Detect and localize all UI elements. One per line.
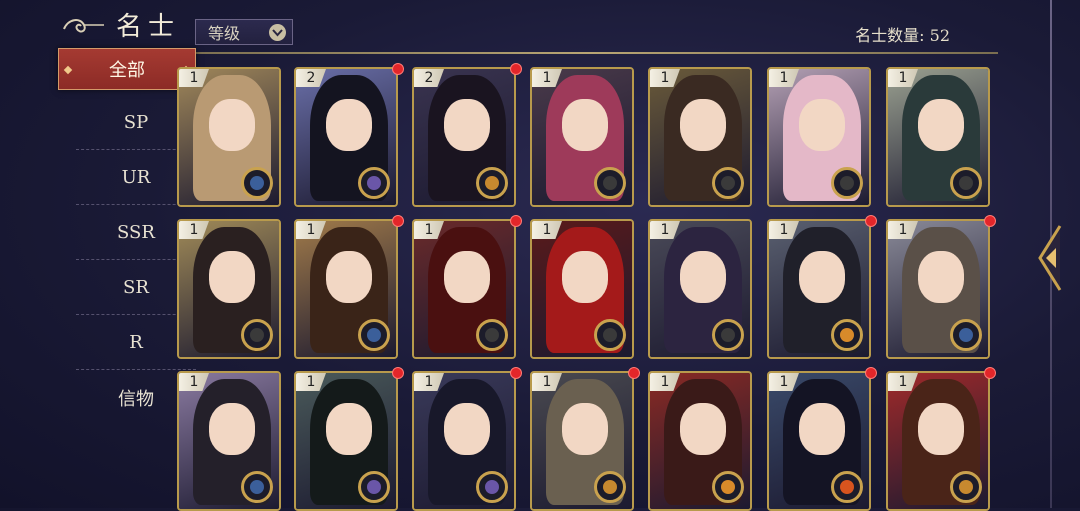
badge-icon	[241, 167, 273, 199]
character-card[interactable]: 2	[294, 67, 398, 207]
badge-icon	[476, 319, 508, 351]
character-face	[326, 403, 372, 455]
page-title: 名士	[116, 12, 181, 42]
character-card[interactable]: 1	[767, 67, 871, 207]
badge-icon	[950, 319, 982, 351]
badge-icon	[358, 319, 390, 351]
swirl-icon	[63, 18, 104, 33]
character-face	[918, 251, 964, 303]
character-face	[209, 403, 255, 455]
character-grid: 122111111111111111111	[172, 58, 1010, 511]
notification-dot	[865, 367, 877, 379]
character-face	[209, 251, 255, 303]
character-face	[444, 403, 490, 455]
notification-dot	[628, 367, 640, 379]
sort-dropdown[interactable]: 等级	[195, 19, 293, 45]
badge-icon	[712, 319, 744, 351]
character-face	[799, 403, 845, 455]
top-bar: 名士 等级 名士数量: 52	[0, 0, 1040, 52]
chevron-down-icon	[269, 24, 286, 41]
character-face	[799, 99, 845, 151]
character-face	[444, 251, 490, 303]
badge-icon	[712, 167, 744, 199]
character-face	[680, 99, 726, 151]
badge-icon	[476, 167, 508, 199]
character-card[interactable]: 1	[767, 219, 871, 359]
badge-icon	[594, 471, 626, 503]
badge-icon	[712, 471, 744, 503]
sort-label: 等级	[208, 24, 241, 43]
header-divider	[180, 52, 998, 54]
character-card[interactable]: 1	[886, 371, 990, 511]
character-card[interactable]: 1	[412, 371, 516, 511]
notification-dot	[392, 63, 404, 75]
character-face	[562, 251, 608, 303]
badge-icon	[831, 471, 863, 503]
title-group: 名士	[60, 6, 180, 43]
badge-icon	[358, 471, 390, 503]
character-card[interactable]: 1	[648, 219, 752, 359]
badge-icon	[831, 167, 863, 199]
character-face	[444, 99, 490, 151]
character-card[interactable]: 1	[886, 219, 990, 359]
character-card[interactable]: 1	[886, 67, 990, 207]
character-card[interactable]: 1	[530, 67, 634, 207]
character-face	[562, 403, 608, 455]
character-card[interactable]: 1	[648, 371, 752, 511]
character-face	[209, 99, 255, 151]
character-card[interactable]: 1	[177, 219, 281, 359]
badge-icon	[950, 167, 982, 199]
character-face	[680, 403, 726, 455]
badge-icon	[831, 319, 863, 351]
character-card[interactable]: 1	[177, 67, 281, 207]
arrow-left-icon[interactable]	[1034, 222, 1064, 294]
character-face	[326, 99, 372, 151]
character-face	[799, 251, 845, 303]
character-face	[918, 403, 964, 455]
character-face	[562, 99, 608, 151]
character-card[interactable]: 1	[294, 219, 398, 359]
character-card[interactable]: 1	[530, 371, 634, 511]
character-card[interactable]: 1	[412, 219, 516, 359]
notification-dot	[865, 215, 877, 227]
notification-dot	[510, 215, 522, 227]
character-card[interactable]: 1	[177, 371, 281, 511]
badge-icon	[241, 471, 273, 503]
notification-dot	[984, 215, 996, 227]
character-card[interactable]: 1	[530, 219, 634, 359]
character-face	[326, 251, 372, 303]
character-face	[918, 99, 964, 151]
notification-dot	[510, 367, 522, 379]
character-card[interactable]: 2	[412, 67, 516, 207]
character-card[interactable]: 1	[294, 371, 398, 511]
notification-dot	[392, 367, 404, 379]
character-count: 名士数量: 52	[855, 26, 950, 45]
character-face	[680, 251, 726, 303]
character-card[interactable]: 1	[767, 371, 871, 511]
badge-icon	[594, 319, 626, 351]
badge-icon	[950, 471, 982, 503]
notification-dot	[984, 367, 996, 379]
badge-icon	[241, 319, 273, 351]
character-card[interactable]: 1	[648, 67, 752, 207]
notification-dot	[392, 215, 404, 227]
notification-dot	[510, 63, 522, 75]
badge-icon	[476, 471, 508, 503]
badge-icon	[358, 167, 390, 199]
badge-icon	[594, 167, 626, 199]
